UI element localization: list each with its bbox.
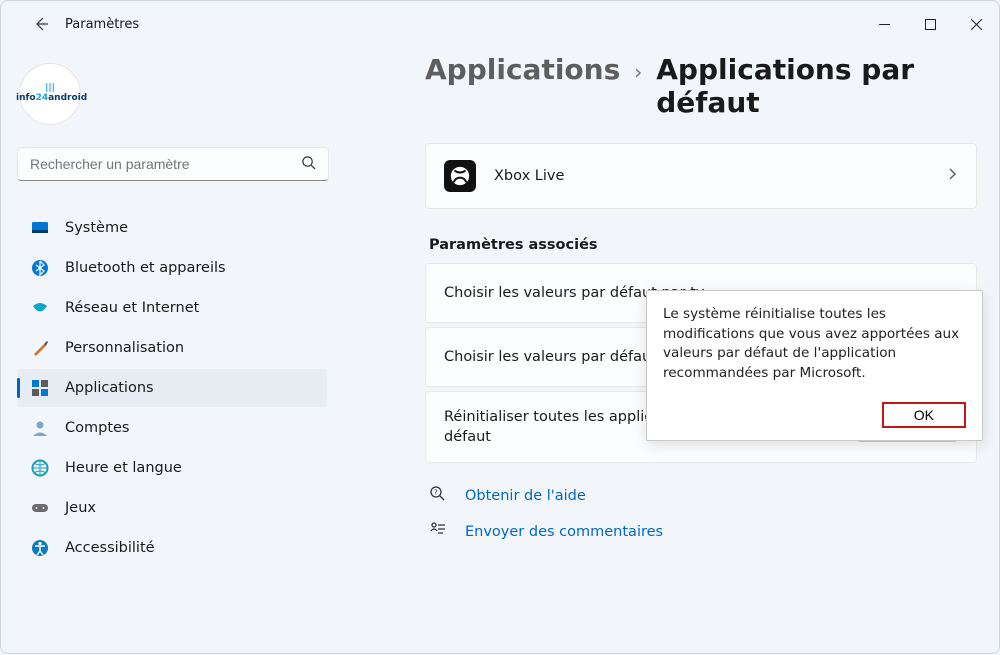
search-input[interactable] xyxy=(30,156,301,172)
sidebar-item-label: Bluetooth et appareils xyxy=(65,260,226,276)
nav-list: Système Bluetooth et appareils Réseau et… xyxy=(17,209,327,567)
search-icon xyxy=(301,155,316,174)
accessibility-icon xyxy=(31,539,49,557)
window-controls xyxy=(861,1,999,47)
chevron-right-icon: › xyxy=(634,60,642,84)
maximize-button[interactable] xyxy=(907,1,953,47)
back-button[interactable] xyxy=(23,6,59,42)
help-icon: ? xyxy=(429,485,449,507)
sidebar-item-time-language[interactable]: Heure et langue xyxy=(17,449,327,487)
sidebar-item-gaming[interactable]: Jeux xyxy=(17,489,327,527)
user-icon xyxy=(31,419,49,437)
feedback-link[interactable]: Envoyer des commentaires xyxy=(429,521,977,543)
sidebar-item-label: Personnalisation xyxy=(65,340,184,356)
xbox-icon xyxy=(444,160,476,192)
sidebar-item-network[interactable]: Réseau et Internet xyxy=(17,289,327,327)
avatar[interactable]: ||| info24android xyxy=(19,63,81,125)
breadcrumb-current: Applications par défaut xyxy=(656,53,977,119)
sidebar-item-label: Accessibilité xyxy=(65,540,155,556)
apps-icon xyxy=(31,379,49,397)
sidebar-item-label: Système xyxy=(65,220,128,236)
minimize-button[interactable] xyxy=(861,1,907,47)
breadcrumb: Applications › Applications par défaut xyxy=(425,53,977,119)
sidebar-item-bluetooth[interactable]: Bluetooth et appareils xyxy=(17,249,327,287)
system-icon xyxy=(31,219,49,237)
sidebar-item-label: Jeux xyxy=(65,500,96,516)
dialog-message: Le système réinitialise toutes les modif… xyxy=(663,305,966,384)
sidebar-item-label: Comptes xyxy=(65,420,130,436)
help-link[interactable]: ? Obtenir de l'aide xyxy=(429,485,977,507)
sidebar-item-system[interactable]: Système xyxy=(17,209,327,247)
close-button[interactable] xyxy=(953,1,999,47)
globe-icon xyxy=(31,459,49,477)
window-title: Paramètres xyxy=(65,17,139,32)
feedback-link-label: Envoyer des commentaires xyxy=(465,524,663,540)
sidebar: ||| info24android Système Bluetooth et a… xyxy=(1,47,339,655)
support-links: ? Obtenir de l'aide Envoyer des commenta… xyxy=(425,485,977,543)
sidebar-item-label: Applications xyxy=(65,380,154,396)
sidebar-item-accounts[interactable]: Comptes xyxy=(17,409,327,447)
ok-button[interactable]: OK xyxy=(882,402,966,428)
feedback-icon xyxy=(429,521,449,543)
chevron-right-icon xyxy=(946,168,958,184)
breadcrumb-parent[interactable]: Applications xyxy=(425,53,620,86)
related-settings-heading: Paramètres associés xyxy=(429,237,977,253)
reset-confirmation-dialog: Le système réinitialise toutes les modif… xyxy=(646,290,983,441)
help-link-label: Obtenir de l'aide xyxy=(465,488,586,504)
sidebar-item-accessibility[interactable]: Accessibilité xyxy=(17,529,327,567)
app-card-xbox-live[interactable]: Xbox Live xyxy=(425,143,977,209)
sidebar-item-personalization[interactable]: Personnalisation xyxy=(17,329,327,367)
sidebar-item-label: Heure et langue xyxy=(65,460,182,476)
sidebar-item-label: Réseau et Internet xyxy=(65,300,199,316)
gamepad-icon xyxy=(31,499,49,517)
search-box[interactable] xyxy=(17,147,329,181)
bluetooth-icon xyxy=(31,259,49,277)
wifi-icon xyxy=(31,299,49,317)
app-card-label: Xbox Live xyxy=(494,168,928,184)
sidebar-item-applications[interactable]: Applications xyxy=(17,369,327,407)
svg-text:?: ? xyxy=(434,489,438,497)
titlebar: Paramètres xyxy=(1,1,999,47)
brush-icon xyxy=(31,339,49,357)
